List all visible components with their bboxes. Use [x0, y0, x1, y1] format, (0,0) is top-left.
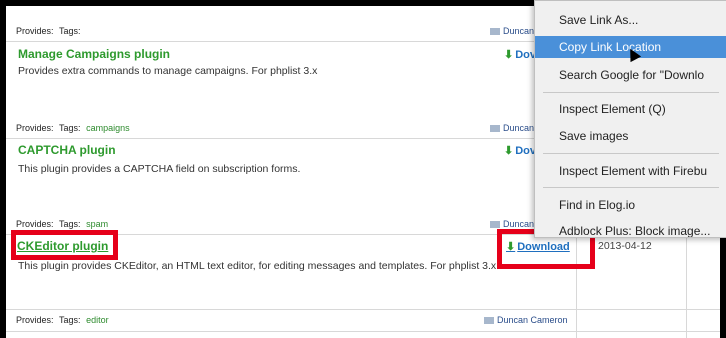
- menu-item-inspect-firebug[interactable]: Inspect Element with Firebu: [535, 160, 726, 182]
- author-link[interactable]: Duncan: [489, 123, 534, 133]
- provides-tags-line: Provides: Tags: spam: [16, 219, 109, 229]
- row-divider: [6, 331, 720, 332]
- mail-icon: [489, 28, 500, 36]
- mail-icon: [484, 317, 494, 325]
- provides-tags-line: Provides: Tags: campaigns: [16, 123, 130, 133]
- mail-icon: [489, 125, 500, 133]
- menu-item-find-in-elog[interactable]: Find in Elog.io: [535, 194, 726, 216]
- menu-item-save-images[interactable]: Save images: [535, 125, 726, 147]
- download-arrow-icon: ⬇: [504, 49, 514, 61]
- plugin-title-captcha[interactable]: CAPTCHA plugin: [18, 143, 116, 157]
- plugin-description: This plugin provides a CAPTCHA field on …: [18, 163, 301, 175]
- plugin-description: Provides extra commands to manage campai…: [18, 65, 318, 77]
- download-link[interactable]: ⬇ Dov: [504, 48, 536, 61]
- tag-link[interactable]: campaigns: [86, 123, 130, 133]
- download-arrow-icon: ⬇: [504, 145, 514, 157]
- author-link[interactable]: Duncan Cameron: [484, 315, 568, 325]
- tag-link[interactable]: spam: [86, 219, 108, 229]
- menu-item-save-link-as[interactable]: Save Link As...: [535, 9, 726, 31]
- provides-tags-line: Provides: Tags: editor: [16, 315, 109, 325]
- release-date: 2013-04-12: [598, 240, 652, 252]
- provides-label: Provides:: [16, 26, 54, 36]
- row-divider: [6, 309, 720, 310]
- annotation-box-title: [11, 230, 118, 260]
- plugin-description: This plugin provides CKEditor, an HTML t…: [18, 260, 500, 272]
- mail-icon: [489, 221, 500, 229]
- menu-item-adblock-block-image[interactable]: Adblock Plus: Block image...: [535, 220, 726, 237]
- provides-tags-line: Provides: Tags:: [16, 26, 81, 36]
- tag-link[interactable]: editor: [86, 315, 109, 325]
- author-link[interactable]: Duncan: [489, 219, 534, 229]
- tags-label: Tags:: [59, 26, 81, 36]
- menu-item-inspect-element[interactable]: Inspect Element (Q): [535, 98, 726, 120]
- menu-separator: [543, 187, 719, 188]
- author-link[interactable]: Duncan: [489, 26, 534, 36]
- plugin-title-manage-campaigns[interactable]: Manage Campaigns plugin: [18, 47, 170, 61]
- download-link[interactable]: ⬇ Dov: [504, 144, 536, 157]
- menu-separator: [543, 153, 719, 154]
- menu-separator: [543, 92, 719, 93]
- context-menu: Save Link As... Copy Link Location Searc…: [534, 0, 726, 238]
- menu-item-search-google[interactable]: Search Google for "Downlo: [535, 64, 726, 86]
